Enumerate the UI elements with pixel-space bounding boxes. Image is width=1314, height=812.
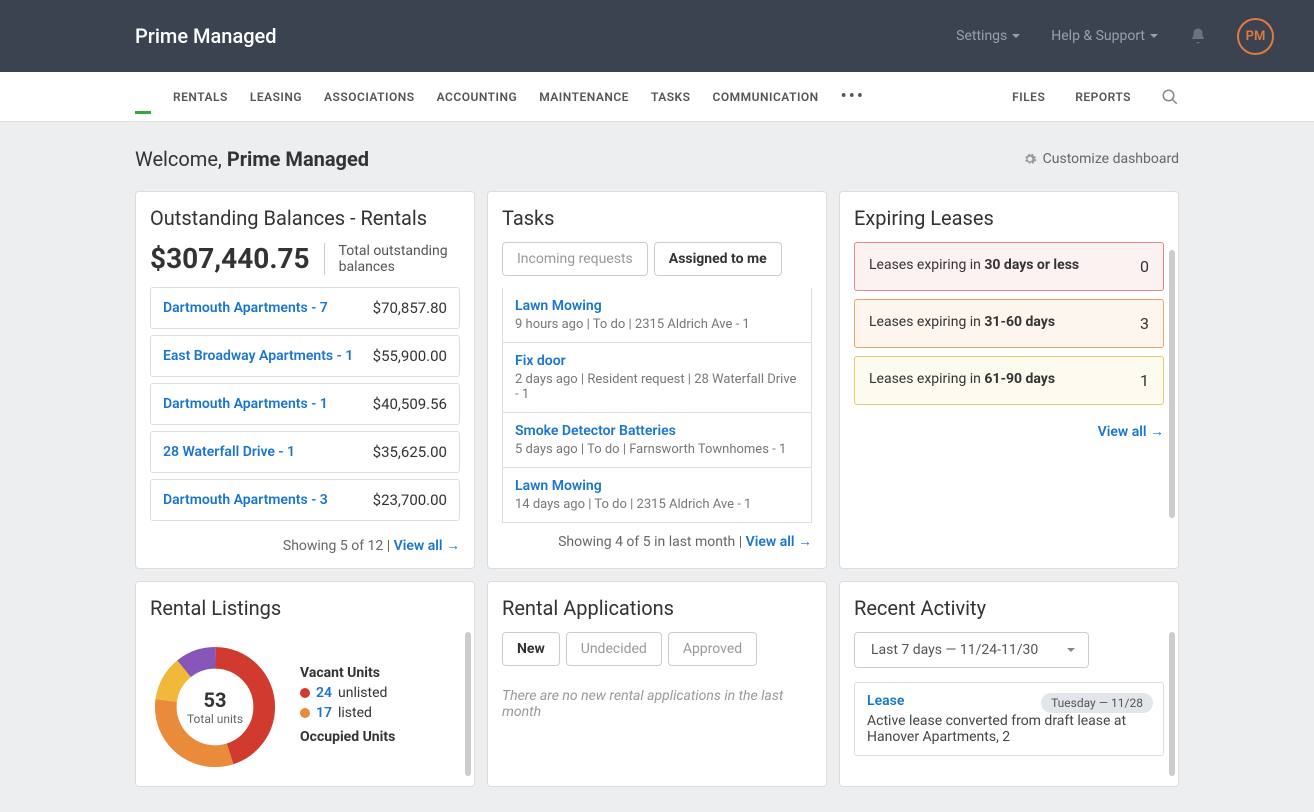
legend-row: 17listed xyxy=(300,705,395,721)
nav-files[interactable]: FILES xyxy=(1012,90,1045,104)
balance-row[interactable]: Dartmouth Apartments - 3$23,700.00 xyxy=(150,479,460,521)
card-expiring-leases: Expiring Leases Leases expiring in 30 da… xyxy=(839,191,1179,569)
welcome-row: Welcome, Prime Managed Customize dashboa… xyxy=(135,147,1179,171)
balance-row[interactable]: 28 Waterfall Drive - 1$35,625.00 xyxy=(150,431,460,473)
legend-dot-icon xyxy=(300,688,310,698)
legend-heading: Occupied Units xyxy=(300,729,395,745)
balance-row[interactable]: East Broadway Apartments - 1$55,900.00 xyxy=(150,335,460,377)
legend-row: 24unlisted xyxy=(300,685,395,701)
tasks-tabs: Incoming requests Assigned to me xyxy=(502,242,812,276)
search-icon[interactable] xyxy=(1161,88,1179,106)
avatar[interactable]: PM xyxy=(1237,18,1274,55)
welcome-text: Welcome, Prime Managed xyxy=(135,147,369,171)
card-recent-activity: Recent Activity Last 7 days — 11/24-11/3… xyxy=(839,581,1179,787)
content: Welcome, Prime Managed Customize dashboa… xyxy=(0,122,1314,812)
task-row[interactable]: Smoke Detector Batteries5 days ago | To … xyxy=(502,413,812,468)
donut-center: 53 Total units xyxy=(187,688,243,726)
task-row[interactable]: Lawn Mowing9 hours ago | To do | 2315 Al… xyxy=(502,288,812,343)
card-title: Expiring Leases xyxy=(854,206,1164,230)
date-range-select[interactable]: Last 7 days — 11/24-11/30 xyxy=(854,632,1089,668)
view-all-link[interactable]: View all → xyxy=(1098,424,1164,440)
task-row[interactable]: Lawn Mowing14 days ago | To do | 2315 Al… xyxy=(502,468,812,523)
activity-row[interactable]: Lease Tuesday — 11/28 Active lease conve… xyxy=(854,682,1164,756)
total-label: Total outstanding balances xyxy=(324,243,460,275)
gear-icon xyxy=(1023,152,1037,166)
tab-incoming[interactable]: Incoming requests xyxy=(502,242,648,276)
tab-assigned[interactable]: Assigned to me xyxy=(654,242,782,276)
card-outstanding-balances: Outstanding Balances - Rentals $307,440.… xyxy=(135,191,475,569)
navbar: RENTALS LEASING ASSOCIATIONS ACCOUNTING … xyxy=(0,72,1314,122)
expiring-row[interactable]: Leases expiring in 30 days or less0 xyxy=(854,242,1164,291)
task-row[interactable]: Fix door2 days ago | Resident request | … xyxy=(502,343,812,413)
total-row: $307,440.75 Total outstanding balances xyxy=(150,242,460,275)
balance-row[interactable]: Dartmouth Apartments - 1$40,509.56 xyxy=(150,383,460,425)
legend: Vacant Units 24unlisted 17listed Occupie… xyxy=(300,665,395,749)
card-title: Outstanding Balances - Rentals xyxy=(150,206,460,230)
card-title: Rental Listings xyxy=(150,596,460,620)
nav-reports[interactable]: REPORTS xyxy=(1075,90,1131,104)
view-all-link[interactable]: View all → xyxy=(394,538,460,554)
balance-row[interactable]: Dartmouth Apartments - 7$70,857.80 xyxy=(150,287,460,329)
topbar-right: Settings Help & Support PM xyxy=(956,18,1274,55)
brand-title: Prime Managed xyxy=(135,24,277,48)
app-tabs: New Undecided Approved xyxy=(502,632,812,666)
activity-date-badge: Tuesday — 11/28 xyxy=(1041,693,1153,713)
tab-undecided[interactable]: Undecided xyxy=(566,632,662,666)
card-rental-listings: Rental Listings 53 Total units Vacan xyxy=(135,581,475,787)
scrollbar[interactable] xyxy=(1169,250,1175,518)
dashboard-grid: Outstanding Balances - Rentals $307,440.… xyxy=(135,191,1179,787)
nav-tasks[interactable]: TASKS xyxy=(651,90,691,104)
tab-new[interactable]: New xyxy=(502,632,560,666)
chevron-down-icon xyxy=(1011,31,1021,41)
nav-left: RENTALS LEASING ASSOCIATIONS ACCOUNTING … xyxy=(135,86,865,107)
settings-link[interactable]: Settings xyxy=(956,28,1021,44)
total-amount: $307,440.75 xyxy=(150,242,310,275)
card-footer: View all → xyxy=(854,413,1164,440)
expiring-row[interactable]: Leases expiring in 31-60 days3 xyxy=(854,299,1164,348)
nav-associations[interactable]: ASSOCIATIONS xyxy=(324,90,415,104)
nav-maintenance[interactable]: MAINTENANCE xyxy=(539,90,629,104)
topbar: Prime Managed Settings Help & Support PM xyxy=(0,0,1314,72)
help-link[interactable]: Help & Support xyxy=(1051,28,1159,44)
nav-accounting[interactable]: ACCOUNTING xyxy=(437,90,518,104)
card-rental-applications: Rental Applications New Undecided Approv… xyxy=(487,581,827,787)
home-icon[interactable] xyxy=(135,97,151,114)
nav-rentals[interactable]: RENTALS xyxy=(173,90,228,104)
tab-approved[interactable]: Approved xyxy=(668,632,757,666)
nav-communication[interactable]: COMMUNICATION xyxy=(713,90,819,104)
card-title: Recent Activity xyxy=(854,596,1164,620)
empty-state: There are no new rental applications in … xyxy=(502,678,812,730)
nav-right: FILES REPORTS xyxy=(1012,88,1179,106)
card-footer: Showing 4 of 5 in last month | View all … xyxy=(502,523,812,550)
bell-icon[interactable] xyxy=(1189,27,1207,45)
view-all-link[interactable]: View all → xyxy=(746,534,812,550)
donut-chart: 53 Total units xyxy=(150,642,280,772)
card-title: Rental Applications xyxy=(502,596,812,620)
nav-more-icon[interactable]: ••• xyxy=(841,86,865,107)
customize-dashboard[interactable]: Customize dashboard xyxy=(1023,151,1179,167)
card-tasks: Tasks Incoming requests Assigned to me L… xyxy=(487,191,827,569)
scrollbar[interactable] xyxy=(1169,632,1175,776)
legend-heading: Vacant Units xyxy=(300,665,395,681)
expiring-row[interactable]: Leases expiring in 61-90 days1 xyxy=(854,356,1164,405)
activity-description: Active lease converted from draft lease … xyxy=(867,713,1151,745)
chevron-down-icon xyxy=(1149,31,1159,41)
chevron-down-icon xyxy=(1066,645,1076,655)
card-title: Tasks xyxy=(502,206,812,230)
legend-dot-icon xyxy=(300,708,310,718)
card-footer: Showing 5 of 12 | View all → xyxy=(150,527,460,554)
donut-wrap: 53 Total units Vacant Units 24unlisted 1… xyxy=(150,632,460,772)
scrollbar[interactable] xyxy=(465,632,471,776)
nav-leasing[interactable]: LEASING xyxy=(250,90,302,104)
